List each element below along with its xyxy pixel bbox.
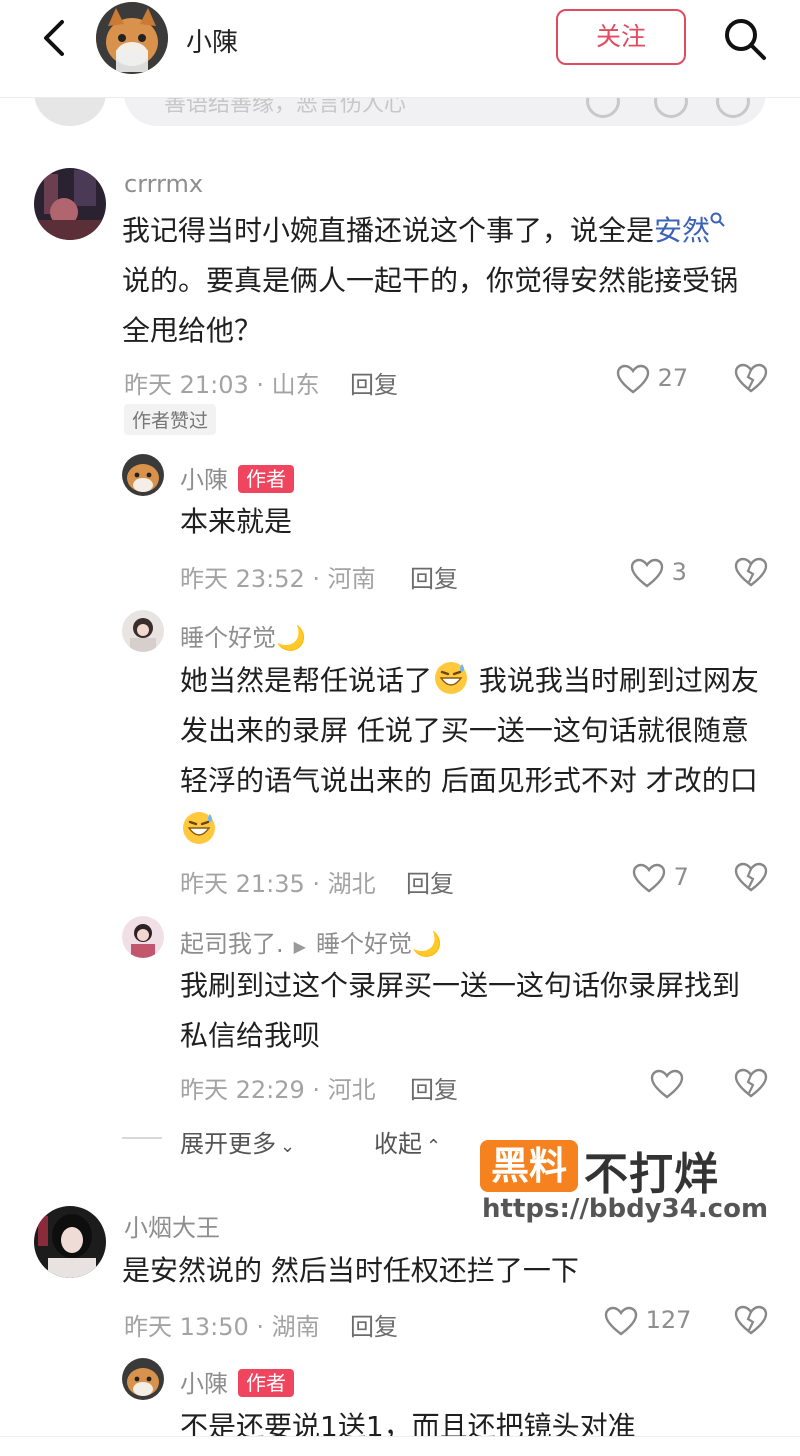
- reply-button[interactable]: 回复: [410, 559, 458, 594]
- reply-button[interactable]: 回复: [350, 365, 398, 400]
- like-button[interactable]: 7: [632, 863, 689, 893]
- comment-meta: 昨天 22:29 · 河北: [180, 1076, 376, 1104]
- comment-text: 不是还要说1送1，而且还把镜头对准: [180, 1410, 636, 1436]
- heart-icon: [650, 1069, 684, 1099]
- chevron-up-icon: ⌃: [426, 1136, 442, 1157]
- reply-to-username[interactable]: 睡个好觉🌙: [316, 930, 442, 958]
- comment-text: 本来就是: [180, 505, 293, 538]
- author-badge: 作者: [238, 1369, 294, 1397]
- comment-text: 她当然是帮任说话了 我说我当时刷到过网友发出来的录屏 任说了买一送一这句话就很随…: [180, 656, 770, 856]
- comment-text: 我刷到过这个录屏买一送一这句话你录屏找到 私信给我呗: [180, 969, 741, 1052]
- watermark-title: 不打烊: [584, 1149, 719, 1200]
- comment-meta: 昨天 21:03 · 山东: [124, 371, 320, 399]
- avatar[interactable]: [122, 454, 164, 496]
- avatar[interactable]: [122, 916, 164, 958]
- comment-text: 是安然说的 然后当时任权还拦了一下: [122, 1254, 579, 1287]
- broken-heart-icon: [734, 363, 768, 393]
- heart-icon: [630, 558, 664, 588]
- broken-heart-icon: [734, 862, 768, 892]
- comment-username[interactable]: 小陳 作者: [180, 460, 294, 495]
- broken-heart-icon: [734, 1305, 768, 1335]
- avatar[interactable]: [34, 1206, 106, 1278]
- like-count: 127: [645, 1306, 692, 1334]
- heart-icon: [632, 863, 666, 893]
- collapse-button[interactable]: 收起 ⌃: [374, 1124, 441, 1159]
- like-count: 27: [657, 364, 689, 392]
- back-icon[interactable]: [36, 18, 72, 58]
- like-count: 7: [673, 863, 689, 891]
- grin-sweat-emoji-icon: [435, 662, 468, 694]
- dislike-button[interactable]: [734, 1067, 768, 1099]
- author-badge: 作者: [238, 465, 294, 493]
- grin-sweat-emoji-icon: [183, 812, 215, 844]
- expand-more-button[interactable]: 展开更多 ⌄: [180, 1124, 295, 1159]
- like-button[interactable]: 3: [630, 558, 687, 588]
- header-username[interactable]: 小陳: [186, 22, 238, 59]
- comment-text: 我记得当时小婉直播还说这个事了，说全是安然说的。要真是俩人一起干的，你觉得安然能…: [122, 212, 739, 347]
- broken-heart-icon: [734, 1068, 768, 1098]
- comment-username[interactable]: 起司我了. ▶ 睡个好觉🌙: [180, 924, 442, 959]
- reply-button[interactable]: 回复: [350, 1307, 398, 1342]
- top-bar: 小陳 关注: [0, 0, 800, 98]
- heart-icon: [616, 364, 650, 394]
- comment-meta: 昨天 21:35 · 湖北: [180, 870, 376, 898]
- search-small-icon: [710, 212, 725, 227]
- avatar[interactable]: [34, 168, 106, 240]
- like-button[interactable]: 27: [616, 364, 688, 394]
- dislike-button[interactable]: [734, 861, 768, 893]
- follow-button[interactable]: 关注: [556, 9, 686, 65]
- reply-button[interactable]: 回复: [410, 1070, 458, 1105]
- watermark-url: https://bbdy34.com: [482, 1194, 769, 1224]
- search-link[interactable]: 安然: [654, 212, 726, 247]
- reply-button[interactable]: 回复: [406, 864, 454, 899]
- watermark-logo: 黑料: [480, 1140, 578, 1192]
- comment-meta: 昨天 23:52 · 河南: [180, 565, 376, 593]
- like-count: 3: [671, 558, 687, 586]
- author-liked-chip: 作者赞过: [124, 404, 217, 435]
- avatar[interactable]: [122, 1358, 164, 1400]
- dislike-button[interactable]: [734, 556, 768, 588]
- avatar[interactable]: [122, 610, 164, 652]
- heart-icon: [604, 1306, 638, 1336]
- search-icon[interactable]: [722, 16, 768, 62]
- dislike-button[interactable]: [734, 362, 768, 394]
- chevron-down-icon: ⌄: [280, 1136, 296, 1157]
- comment-meta: 昨天 13:50 · 湖南: [124, 1313, 320, 1341]
- like-button[interactable]: 127: [604, 1306, 691, 1336]
- dislike-button[interactable]: [734, 1304, 768, 1336]
- bottom-bar: [0, 1436, 800, 1456]
- comment-username[interactable]: 小烟大王: [124, 1208, 220, 1243]
- reply-arrow-icon: ▶: [293, 937, 306, 956]
- comment-username[interactable]: 小陳 作者: [180, 1364, 294, 1399]
- header-avatar[interactable]: [96, 2, 168, 74]
- broken-heart-icon: [734, 557, 768, 587]
- thread-divider: [122, 1137, 162, 1139]
- comment-username[interactable]: 睡个好觉🌙: [180, 618, 306, 653]
- like-button[interactable]: [650, 1069, 684, 1099]
- comment-username[interactable]: crrrmx: [124, 170, 203, 198]
